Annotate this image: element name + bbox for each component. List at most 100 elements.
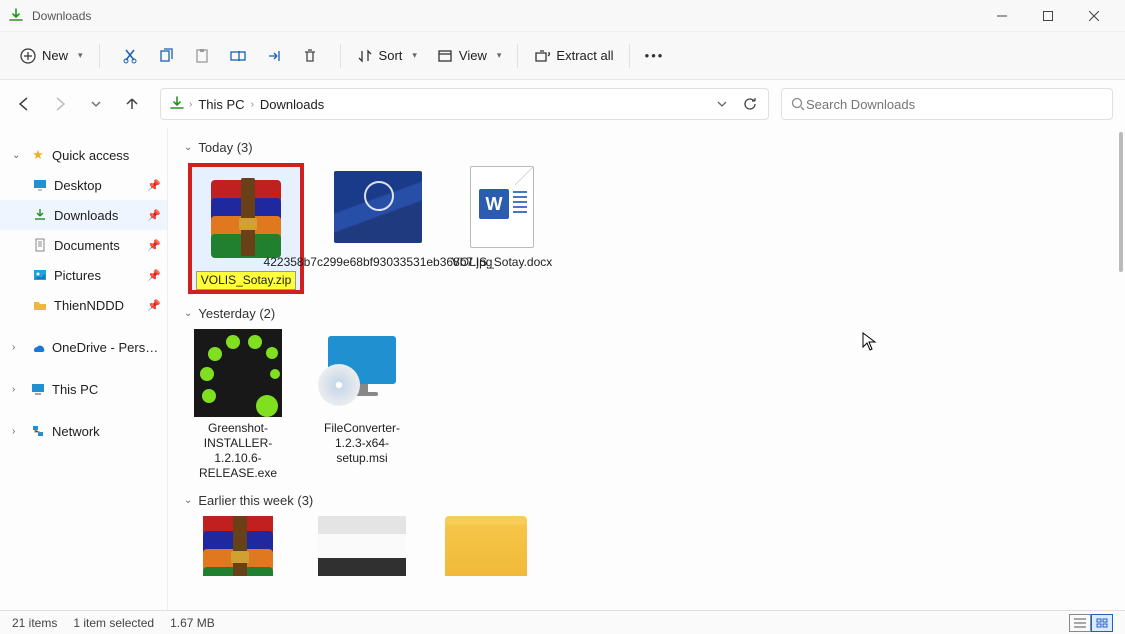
copy-button[interactable]: [150, 42, 182, 70]
status-size: 1.67 MB: [170, 616, 215, 630]
pictures-icon: [32, 267, 48, 283]
file-item[interactable]: Greenshot-INSTALLER-1.2.10.6-RELEASE.exe: [188, 329, 288, 481]
search-box[interactable]: [781, 88, 1113, 120]
pin-icon: 📌: [147, 209, 159, 222]
more-button[interactable]: •••: [638, 42, 670, 70]
breadcrumb-root[interactable]: This PC: [198, 97, 244, 112]
pin-icon: 📌: [147, 239, 159, 252]
chevron-down-icon: ⌄: [12, 150, 24, 161]
address-bar[interactable]: › This PC › Downloads: [160, 88, 769, 120]
plus-icon: [20, 48, 36, 64]
file-label: FileConverter-1.2.3-x64-setup.msi: [312, 421, 412, 466]
chevron-down-icon: ⌄: [184, 142, 192, 153]
sidebar-item-label: This PC: [52, 382, 159, 397]
group-header-today[interactable]: ⌄ Today (3): [184, 140, 1109, 155]
delete-button[interactable]: [294, 42, 326, 70]
group-label: Today (3): [198, 140, 252, 155]
archive-icon: [197, 516, 279, 576]
address-dropdown[interactable]: [708, 90, 736, 118]
delete-icon: [302, 48, 318, 64]
chevron-right-icon: ›: [12, 342, 24, 353]
pin-icon: 📌: [147, 179, 159, 192]
file-item[interactable]: 422358b7c299e68bf93033531eb368b7.jpg: [328, 163, 428, 294]
pc-icon: [30, 381, 46, 397]
extract-label: Extract all: [556, 48, 613, 63]
word-doc-icon: W: [470, 166, 534, 248]
close-button[interactable]: [1071, 0, 1117, 32]
sidebar-item-thispc[interactable]: › This PC: [0, 374, 167, 404]
new-button[interactable]: New ▾: [12, 42, 91, 70]
chevron-down-icon: ▾: [497, 50, 502, 61]
sidebar-item-label: Desktop: [54, 178, 141, 193]
file-item[interactable]: W VOLIS_Sotay.docx: [452, 163, 552, 294]
chevron-right-icon: ›: [251, 99, 254, 110]
file-item[interactable]: [312, 516, 412, 580]
paste-button[interactable]: [186, 42, 218, 70]
sidebar-item-label: Pictures: [54, 268, 141, 283]
up-button[interactable]: [120, 92, 144, 116]
sidebar: ⌄ ★ Quick access Desktop 📌 Downloads 📌 D…: [0, 128, 168, 610]
sidebar-item-network[interactable]: › Network: [0, 416, 167, 446]
search-input[interactable]: [806, 97, 1104, 112]
recent-dropdown[interactable]: [84, 92, 108, 116]
chevron-down-icon: ⌄: [184, 308, 192, 319]
window-title: Downloads: [32, 9, 979, 23]
icons-view-button[interactable]: [1091, 614, 1113, 632]
minimize-button[interactable]: [979, 0, 1025, 32]
sort-button[interactable]: Sort ▾: [349, 42, 425, 70]
view-button[interactable]: View ▾: [429, 42, 509, 70]
downloads-app-icon: [8, 8, 24, 24]
ellipsis-icon: •••: [646, 48, 662, 64]
maximize-button[interactable]: [1025, 0, 1071, 32]
file-label: VOLIS_Sotay.docx: [452, 255, 553, 270]
sidebar-item-label: Downloads: [54, 208, 141, 223]
downloads-icon: [165, 96, 189, 112]
sidebar-item-thiennddd[interactable]: ThienNDDD 📌: [0, 290, 167, 320]
group-header-earlier-week[interactable]: ⌄ Earlier this week (3): [184, 493, 1109, 508]
sidebar-item-pictures[interactable]: Pictures 📌: [0, 260, 167, 290]
status-count: 21 items: [12, 616, 57, 630]
new-label: New: [42, 48, 68, 63]
file-label: Greenshot-INSTALLER-1.2.10.6-RELEASE.exe: [188, 421, 288, 481]
forward-button[interactable]: [48, 92, 72, 116]
sidebar-item-documents[interactable]: Documents 📌: [0, 230, 167, 260]
chevron-right-icon: ›: [12, 426, 24, 437]
documents-icon: [32, 237, 48, 253]
scrollbar[interactable]: [1119, 132, 1123, 272]
pin-icon: 📌: [147, 269, 159, 282]
refresh-button[interactable]: [736, 90, 764, 118]
archive-icon: [205, 176, 287, 258]
sidebar-item-onedrive[interactable]: › OneDrive - Personal: [0, 332, 167, 362]
folder-icon: [32, 297, 48, 313]
image-thumb-icon: [334, 171, 422, 243]
share-icon: [266, 48, 282, 64]
sidebar-item-downloads[interactable]: Downloads 📌: [0, 200, 167, 230]
sort-icon: [357, 48, 373, 64]
sidebar-item-label: Documents: [54, 238, 141, 253]
view-toggle: [1069, 614, 1113, 632]
rename-button[interactable]: [222, 42, 254, 70]
details-view-button[interactable]: [1069, 614, 1091, 632]
titlebar: Downloads: [0, 0, 1125, 32]
breadcrumb-current[interactable]: Downloads: [260, 97, 324, 112]
file-item[interactable]: [188, 516, 288, 580]
file-item[interactable]: [436, 516, 536, 580]
file-item-selected[interactable]: VOLIS_Sotay.zip: [188, 163, 304, 294]
back-button[interactable]: [12, 92, 36, 116]
view-label: View: [459, 48, 487, 63]
chevron-right-icon: ›: [189, 99, 192, 110]
file-item[interactable]: FileConverter-1.2.3-x64-setup.msi: [312, 329, 412, 481]
chevron-down-icon: ⌄: [184, 495, 192, 506]
cut-icon: [122, 48, 138, 64]
star-icon: ★: [30, 147, 46, 163]
group-header-yesterday[interactable]: ⌄ Yesterday (2): [184, 306, 1109, 321]
navigation-row: › This PC › Downloads: [0, 80, 1125, 128]
sidebar-item-desktop[interactable]: Desktop 📌: [0, 170, 167, 200]
sidebar-item-quick-access[interactable]: ⌄ ★ Quick access: [0, 140, 167, 170]
cut-button[interactable]: [114, 42, 146, 70]
share-button[interactable]: [258, 42, 290, 70]
network-icon: [30, 423, 46, 439]
extract-all-button[interactable]: Extract all: [526, 42, 621, 70]
sidebar-item-label: ThienNDDD: [54, 298, 141, 313]
file-list[interactable]: ⌄ Today (3) VOLIS_Sotay.zip 422358b7c299…: [168, 128, 1125, 610]
